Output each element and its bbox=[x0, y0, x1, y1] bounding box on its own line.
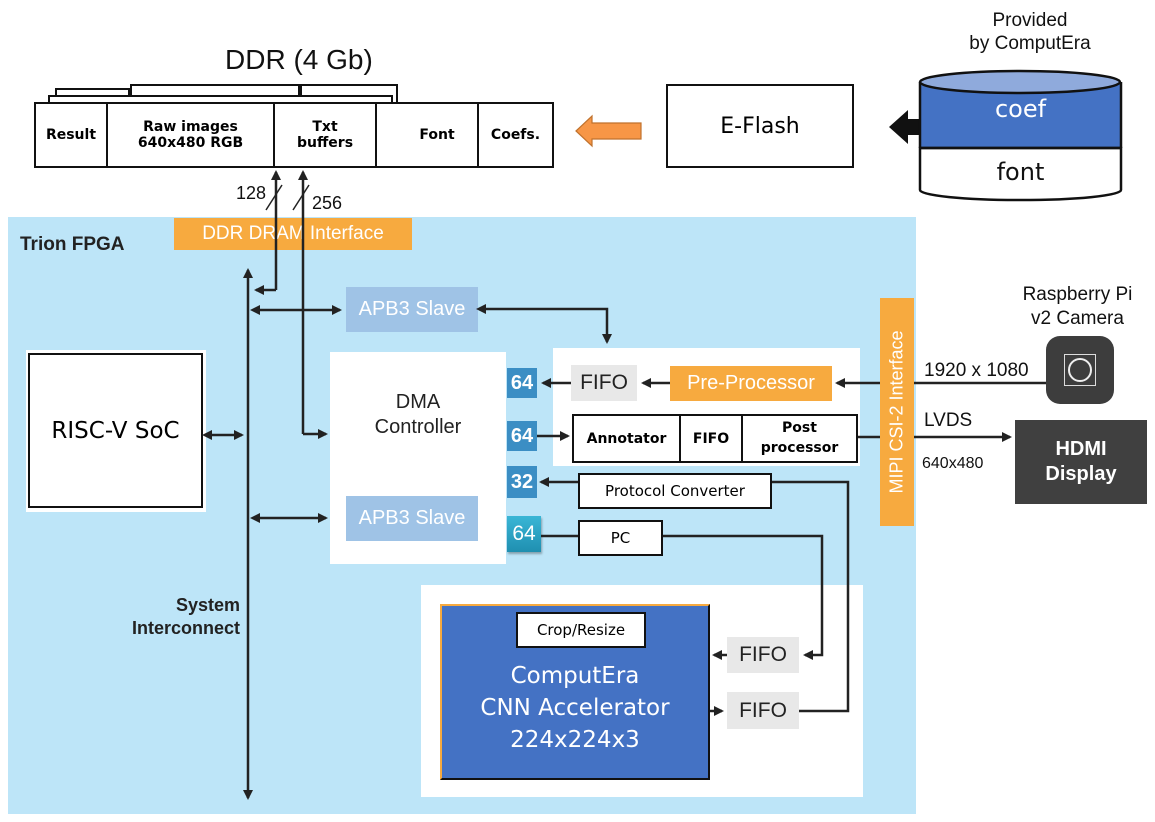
apb3-pipeline-link bbox=[476, 304, 612, 344]
connector-lines bbox=[202, 69, 1123, 800]
storage-font-label: font bbox=[996, 158, 1045, 186]
pc-cnn-link bbox=[663, 534, 824, 660]
orange-left-arrow-icon bbox=[575, 114, 642, 148]
storage-coef-label: coef bbox=[994, 95, 1047, 123]
protocol-cnn-link bbox=[772, 480, 850, 713]
bus-128-slash bbox=[265, 184, 283, 211]
bus-256-slash bbox=[292, 184, 310, 211]
